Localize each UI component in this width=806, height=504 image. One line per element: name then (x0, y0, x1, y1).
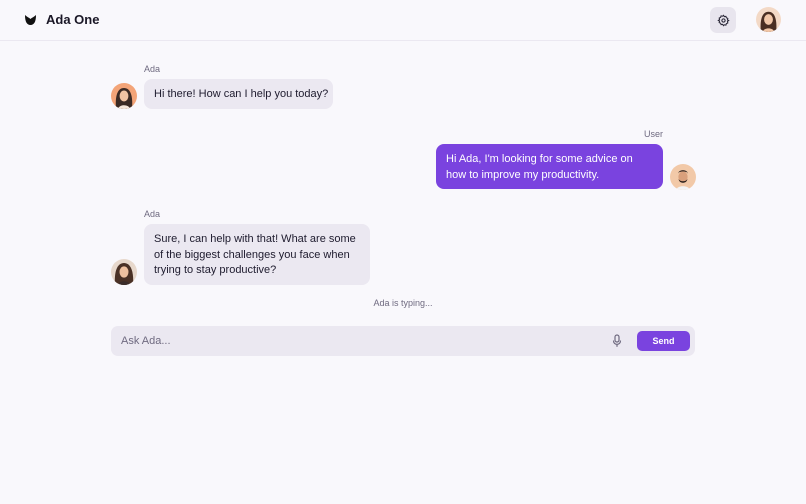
send-button[interactable]: Send (637, 331, 690, 351)
settings-button[interactable] (710, 7, 736, 33)
assistant-message-bubble: Hi there! How can I help you today? (144, 79, 333, 109)
message-sender: Ada (144, 209, 161, 219)
assistant-avatar (111, 259, 137, 285)
message-input[interactable] (121, 332, 601, 350)
app-title: Ada One (46, 12, 100, 27)
assistant-message-bubble: Sure, I can help with that! What are som… (144, 224, 370, 285)
leaf-logo-icon (25, 15, 36, 25)
message-sender: User (644, 129, 664, 139)
message-composer: Send (111, 326, 695, 356)
user-profile-avatar[interactable] (756, 7, 781, 32)
gear-icon (716, 14, 730, 26)
microphone-icon[interactable] (612, 334, 622, 348)
user-message-bubble: Hi Ada, I'm looking for some advice on h… (436, 144, 663, 189)
typing-indicator: Ada is typing... (373, 298, 433, 308)
assistant-avatar (111, 83, 137, 109)
user-avatar (670, 164, 696, 190)
message-sender: Ada (144, 64, 161, 74)
top-bar: Ada One (0, 0, 806, 41)
